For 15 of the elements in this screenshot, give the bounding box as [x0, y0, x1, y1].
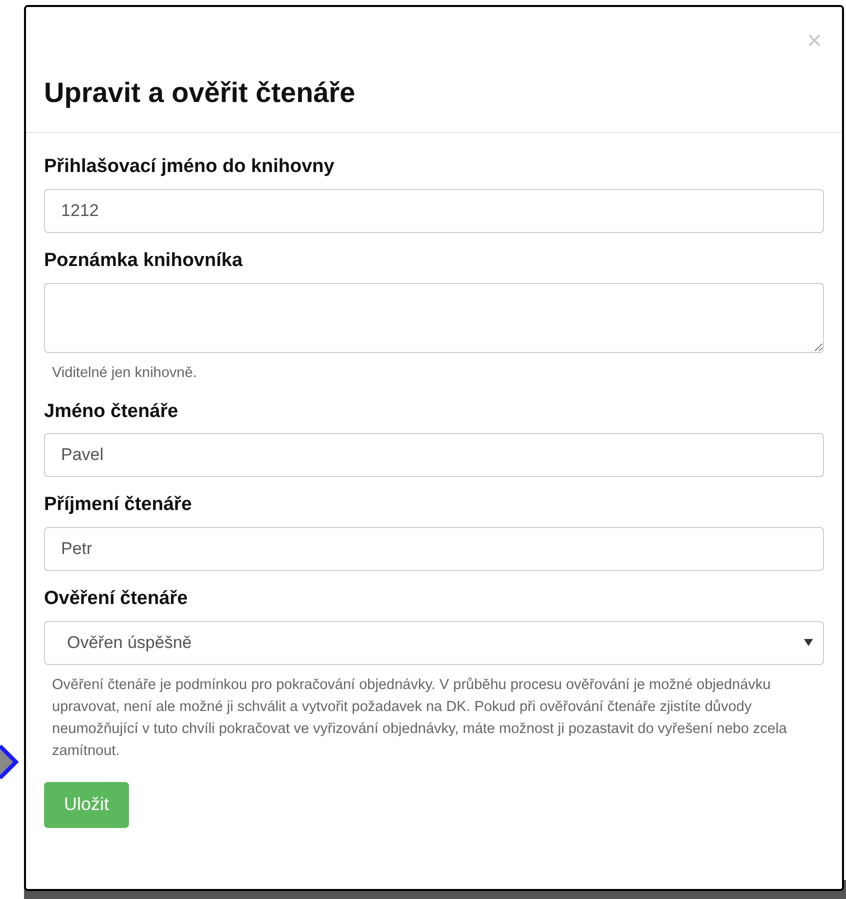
- field-label: Poznámka knihovníka: [44, 248, 244, 272]
- caret-icon: [804, 639, 813, 646]
- help-text: Viditelné jen knihovně.: [51, 364, 198, 382]
- field-label: Přihlašovací jméno do knihovny: [44, 155, 336, 179]
- field-label: Příjmení čtenáře: [44, 493, 193, 517]
- input-field[interactable]: 1212: [44, 188, 824, 233]
- select-dropdown[interactable]: Ověřen úspěšně: [44, 620, 824, 665]
- text-area[interactable]: [44, 282, 824, 352]
- help-text: Ověření čtenáře je podmínkou pro pokračování objednávky. V průběhu procesu ověřování je možné objednávku upravovat, není ale možné ji schválit a vytvořit požadavek na DK. Pokud při ověřování čtenáře zjistíte důvody neumožňující v tuto chvíli pokračovat ve vyřizování objednávky, máte možnost ji pozastavit do vyřešení nebo zcela zamítnout.: [51, 676, 788, 761]
- arrow-icon: [0, 742, 20, 782]
- input-field[interactable]: Pavel: [44, 433, 824, 478]
- field-label: Jméno čtenáře: [44, 400, 180, 424]
- dialog-title: Upravit a ověřit čtenáře: [44, 76, 356, 110]
- input-field[interactable]: Petr: [44, 527, 824, 571]
- field-label: Ověření čtenáře: [44, 587, 189, 611]
